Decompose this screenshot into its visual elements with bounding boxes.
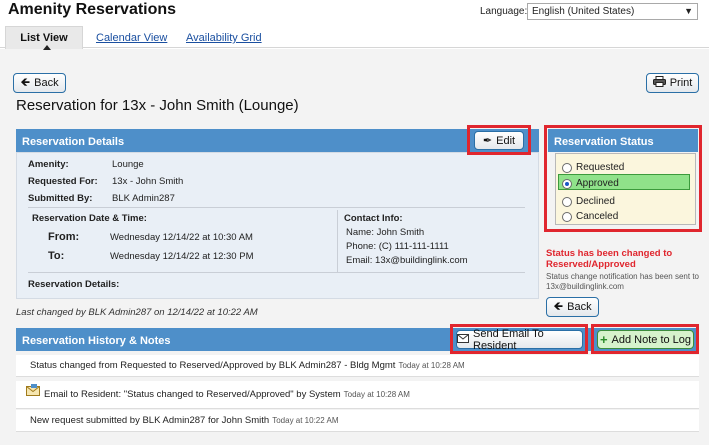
arrow-left-icon: 🡸 (20, 74, 31, 89)
tab-label: List View (20, 32, 68, 44)
history-row: Email to Resident: "Status changed to Re… (16, 381, 699, 409)
status-option-label: Canceled (576, 211, 619, 222)
back-label: Back (34, 77, 59, 89)
tab-list-view[interactable]: List View (5, 26, 83, 50)
divider-vertical (337, 210, 338, 272)
requested-for-label: Requested For: (28, 176, 98, 187)
status-option-label: Approved (576, 178, 619, 189)
printer-icon (652, 76, 666, 90)
reservation-details-notes-label: Reservation Details: (28, 279, 120, 290)
chevron-down-icon: ▼ (684, 6, 693, 16)
add-note-label: Add Note to Log (611, 333, 692, 346)
status-back-button[interactable]: 🡸 Back (546, 297, 599, 317)
divider (28, 272, 525, 273)
history-text: Email to Resident: "Status changed to Re… (44, 389, 341, 400)
reservation-status-title: Reservation Status (554, 136, 654, 148)
contact-phone: Phone: (C) 111-111-1111 (346, 241, 449, 252)
to-value: Wednesday 12/14/22 at 12:30 PM (110, 251, 254, 262)
history-row: New request submitted by BLK Admin287 fo… (16, 410, 699, 432)
history-title: Reservation History & Notes (22, 335, 171, 347)
arrow-left-icon: 🡸 (553, 298, 564, 313)
language-label: Language: (480, 6, 528, 17)
plus-icon: + (599, 332, 608, 347)
radio-checked-icon[interactable] (562, 178, 572, 189)
to-label: To: (48, 250, 65, 262)
history-time: Today at 10:28 AM (398, 361, 465, 370)
status-notification-message: Status change notification has been sent… (546, 272, 699, 291)
amenity-label: Amenity: (28, 159, 69, 170)
radio-icon[interactable] (562, 196, 572, 207)
back-label: Back (567, 301, 592, 313)
language-select[interactable]: English (United States) ▼ (527, 3, 698, 20)
print-button[interactable]: Print (646, 73, 699, 93)
history-row: Status changed from Requested to Reserve… (16, 355, 699, 377)
contact-name: Name: John Smith (346, 227, 425, 238)
reservation-details-title: Reservation Details (22, 136, 125, 148)
from-value: Wednesday 12/14/22 at 10:30 AM (110, 232, 253, 243)
edit-button[interactable]: ✒ Edit (474, 131, 524, 150)
app-title: Amenity Reservations (8, 1, 177, 18)
back-button[interactable]: 🡸 Back (13, 73, 66, 93)
send-email-button[interactable]: Send Email To Resident (456, 327, 583, 352)
send-email-label: Send Email To Resident (473, 327, 544, 352)
submitted-by-label: Submitted By: (28, 193, 93, 204)
history-time: Today at 10:28 AM (343, 390, 410, 399)
contact-info-label: Contact Info: (344, 213, 403, 224)
date-time-label: Reservation Date & Time: (32, 213, 147, 224)
status-option-approved[interactable]: Approved (562, 178, 619, 189)
from-label: From: (48, 231, 80, 243)
pencil-icon: ✒ (482, 135, 493, 147)
reservation-details-panel (16, 152, 539, 299)
status-changed-message: Status has been changed to Reserved/Appr… (546, 248, 673, 270)
radio-icon[interactable] (562, 211, 572, 222)
history-time: Today at 10:22 AM (272, 416, 339, 425)
print-label: Print (669, 77, 693, 89)
divider (28, 207, 525, 208)
history-text: Status changed from Requested to Reserve… (30, 360, 396, 371)
edit-label: Edit (496, 134, 516, 147)
language-value: English (United States) (532, 6, 635, 17)
tab-availability-grid[interactable]: Availability Grid (186, 32, 262, 44)
status-option-label: Declined (576, 196, 615, 207)
radio-icon[interactable] (562, 162, 572, 173)
history-text: New request submitted by BLK Admin287 fo… (30, 415, 270, 426)
reservation-status-header: Reservation Status (548, 129, 698, 152)
status-radio-group: Requested Approved Declined Canceled (556, 161, 696, 225)
requested-for-value: 13x - John Smith (112, 176, 184, 187)
status-option-label: Requested (576, 162, 625, 173)
add-note-button[interactable]: + Add Note to Log (597, 330, 694, 349)
last-changed-text: Last changed by BLK Admin287 on 12/14/22… (16, 307, 258, 318)
envelope-icon (457, 333, 469, 346)
reservation-details-header: Reservation Details (16, 129, 539, 152)
submitted-by-value: BLK Admin287 (112, 193, 175, 204)
status-option-declined[interactable]: Declined (562, 196, 615, 207)
status-option-requested[interactable]: Requested (562, 162, 624, 173)
status-option-canceled[interactable]: Canceled (562, 211, 618, 222)
envelope-icon (26, 384, 40, 399)
contact-email: Email: 13x@buildinglink.com (346, 255, 468, 266)
tab-indicator-icon (43, 45, 51, 50)
amenity-value: Lounge (112, 159, 144, 170)
tab-calendar-view[interactable]: Calendar View (96, 32, 167, 44)
page-title: Reservation for 13x - John Smith (Lounge… (16, 97, 299, 114)
